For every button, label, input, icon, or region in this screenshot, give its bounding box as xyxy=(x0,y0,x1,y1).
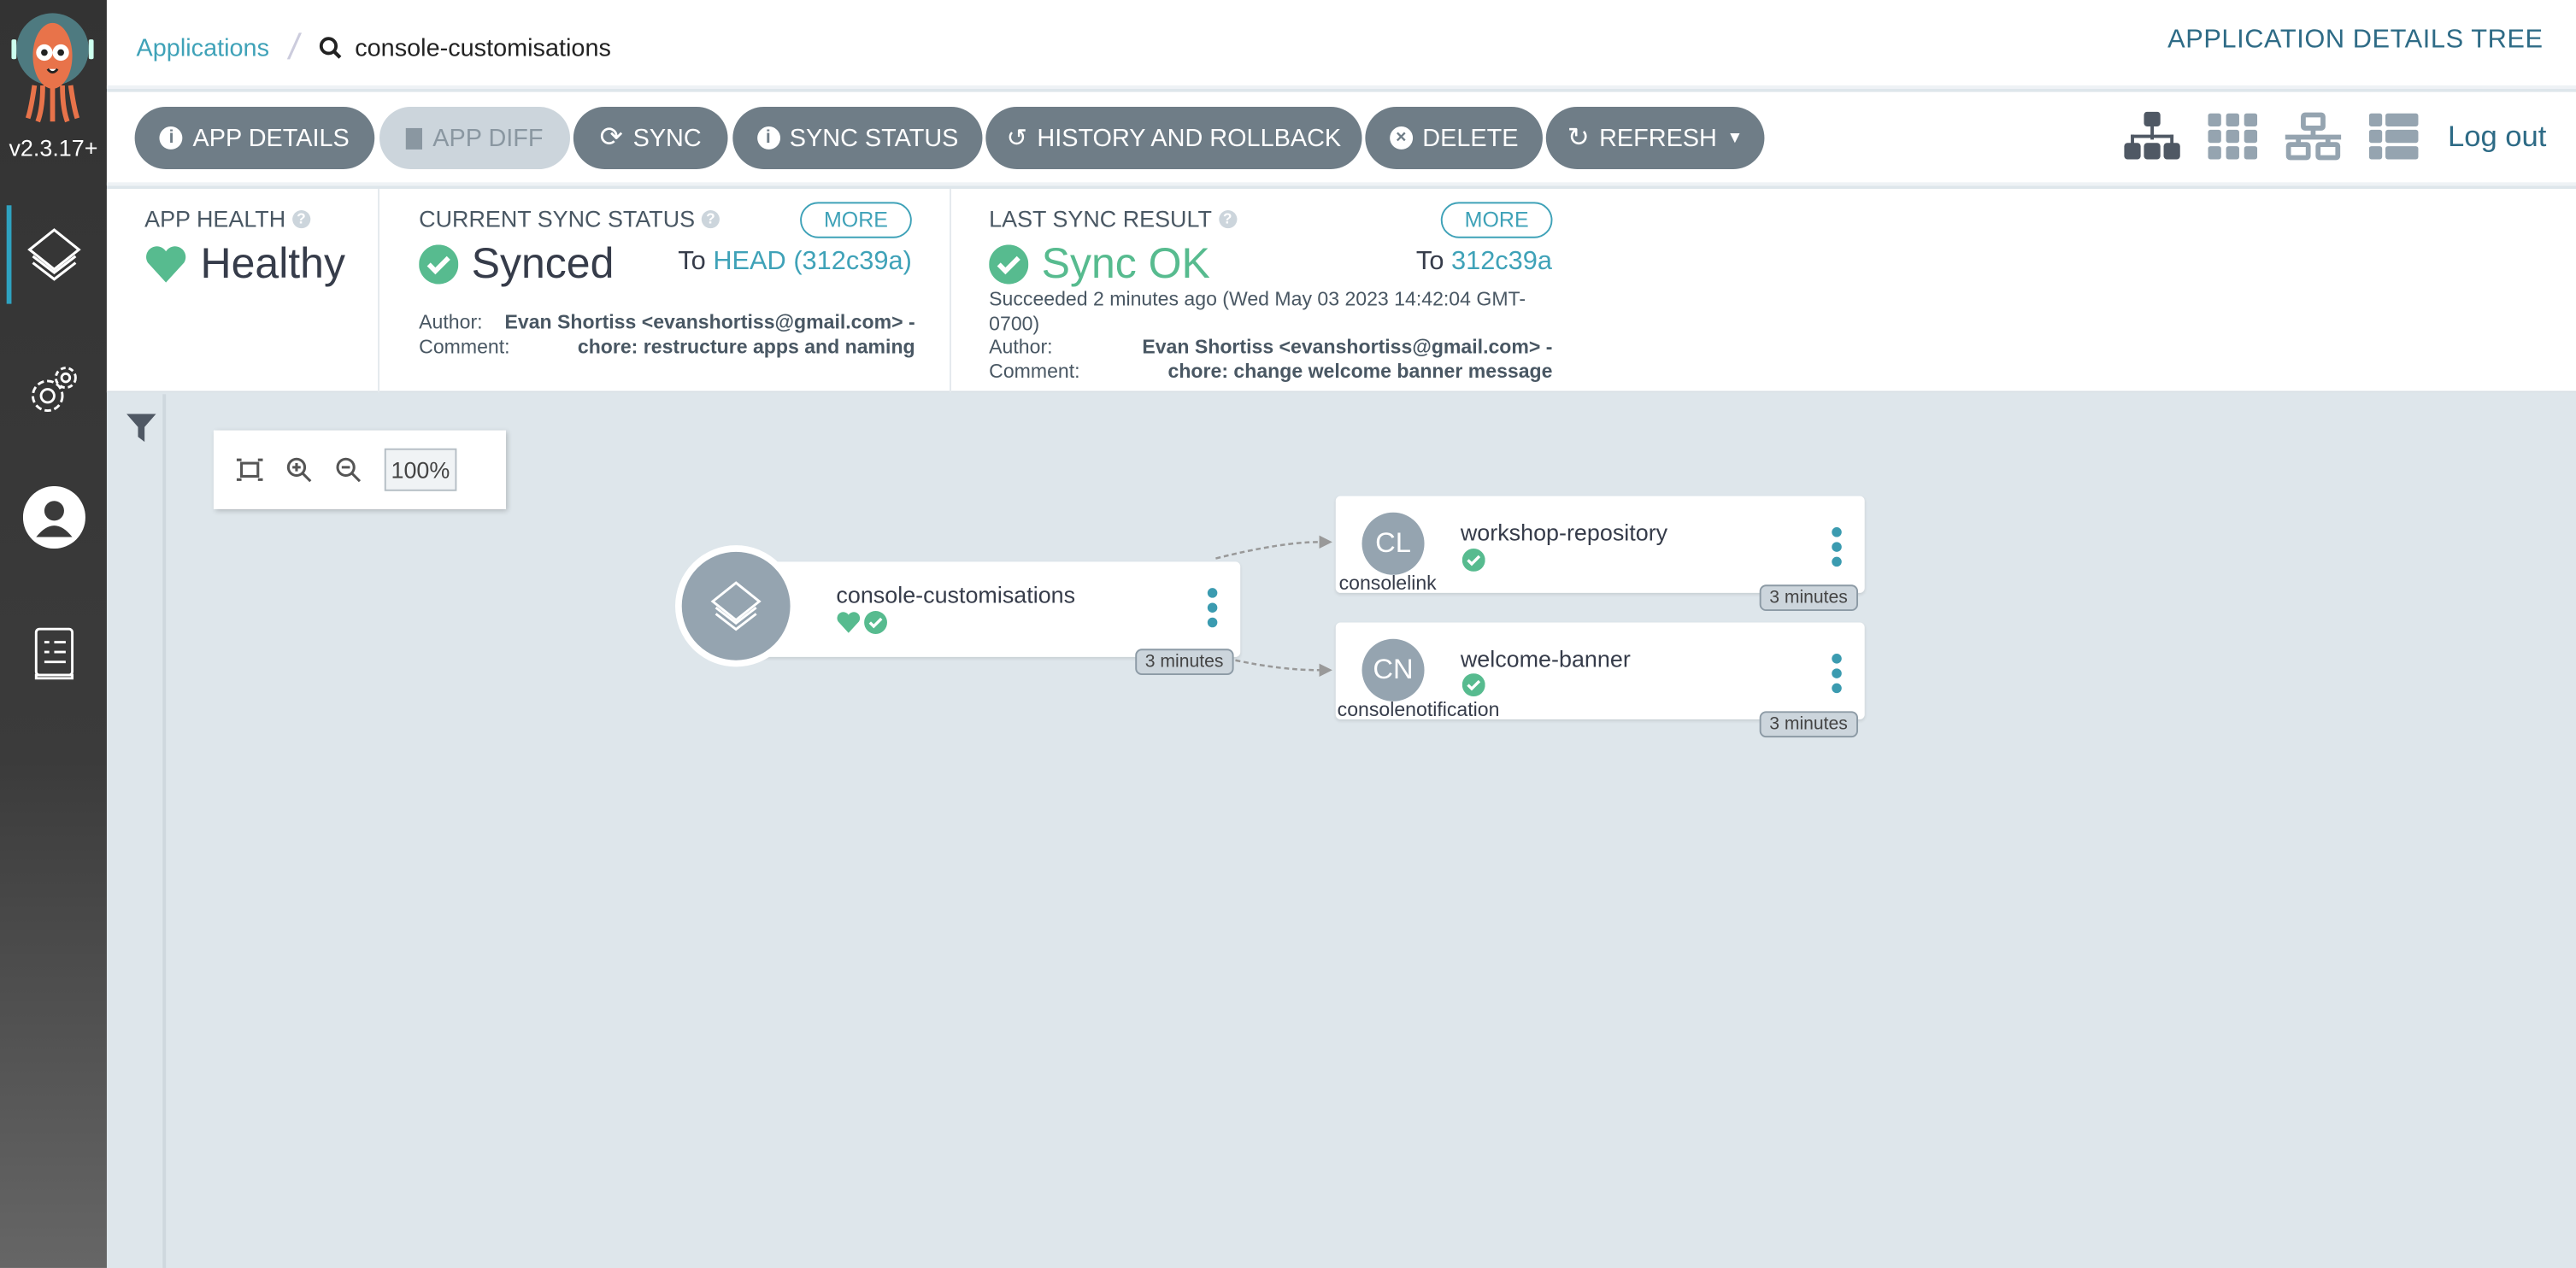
resource-menu[interactable] xyxy=(1832,527,1842,567)
resource-age: 3 minutes xyxy=(1759,584,1858,612)
resource-name: workshop-repository xyxy=(1460,519,1668,546)
resource-menu[interactable] xyxy=(1832,654,1842,694)
check-circle-icon xyxy=(1461,673,1485,697)
resource-node-welcome-banner[interactable]: CN consolenotification welcome-banner xyxy=(1335,622,1865,721)
layers-icon xyxy=(710,581,762,631)
resource-name: welcome-banner xyxy=(1460,645,1631,672)
arrow-head xyxy=(1319,535,1332,549)
app-node-menu[interactable] xyxy=(1207,588,1218,628)
app-node[interactable]: console-customisations xyxy=(722,561,1241,657)
edge-app-to-welcome-banner xyxy=(1235,659,1320,672)
app-node-icon xyxy=(675,545,797,667)
edge-app-to-workshop-repository xyxy=(1215,541,1320,560)
resource-kind: consolenotification xyxy=(1337,697,1500,721)
app-node-name: console-customisations xyxy=(836,581,1076,608)
kind-badge: CN xyxy=(1362,638,1425,702)
arrow-head xyxy=(1319,663,1332,677)
check-circle-icon xyxy=(1461,549,1485,572)
heart-icon xyxy=(837,612,861,633)
app-node-status xyxy=(836,611,887,634)
graph-edges xyxy=(1215,535,1332,677)
resource-age: 3 minutes xyxy=(1759,711,1858,738)
resource-node-workshop-repository[interactable]: CL consolelink workshop-repository xyxy=(1335,496,1865,595)
kind-badge: CL xyxy=(1362,512,1425,575)
check-circle-icon xyxy=(864,611,887,634)
app-node-age: 3 minutes xyxy=(1135,649,1234,676)
resource-kind: consolelink xyxy=(1338,571,1437,595)
